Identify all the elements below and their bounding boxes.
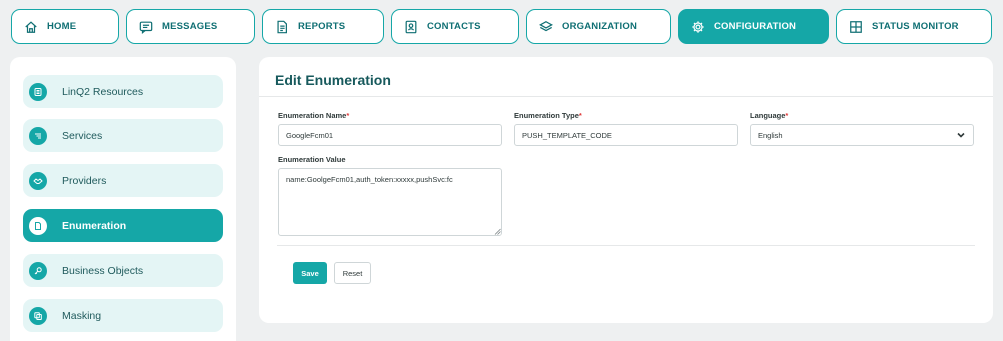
report-icon: [275, 20, 289, 34]
home-icon: [24, 20, 38, 34]
sidebar-item-label: Providers: [62, 174, 107, 187]
edit-enumeration-panel: Edit Enumeration Enumeration Name* Enume…: [259, 57, 993, 323]
tab-messages-label: MESSAGES: [162, 21, 218, 32]
language-label-text: Language: [750, 111, 786, 120]
language-select[interactable]: English: [750, 124, 974, 146]
page-title: Edit Enumeration: [275, 72, 391, 88]
key-icon: [29, 261, 47, 280]
tab-contacts[interactable]: CONTACTS: [391, 9, 519, 44]
sidebar-item-linq2-resources[interactable]: LinQ2 Resources: [23, 75, 223, 108]
tab-status-monitor-label: STATUS MONITOR: [872, 21, 959, 32]
enumeration-name-label-text: Enumeration Name: [278, 111, 347, 120]
message-icon: [139, 20, 153, 34]
handshake-icon: [29, 171, 47, 190]
language-label: Language*: [750, 111, 788, 120]
sidebar-item-label: Masking: [62, 309, 102, 322]
list-icon: [29, 126, 47, 145]
tab-organization[interactable]: ORGANIZATION: [526, 9, 671, 44]
enumeration-type-label-text: Enumeration Type: [514, 111, 579, 120]
copy-icon: [29, 306, 47, 325]
sidebar-item-business-objects[interactable]: Business Objects: [23, 254, 223, 287]
required-mark: *: [785, 111, 789, 120]
tab-status-monitor[interactable]: STATUS MONITOR: [836, 9, 992, 44]
tab-home-label: HOME: [47, 21, 77, 32]
grid-icon: [849, 20, 863, 34]
document-icon: [29, 216, 47, 235]
sidebar-item-enumeration[interactable]: Enumeration: [23, 209, 223, 242]
divider: [277, 245, 975, 246]
tab-contacts-label: CONTACTS: [427, 21, 481, 32]
tab-configuration-label: CONFIGURATION: [714, 21, 797, 32]
sidebar-item-providers[interactable]: Providers: [23, 164, 223, 197]
chevron-down-icon: [956, 130, 966, 140]
enumeration-value-textarea[interactable]: name:GoolgeFcm01,auth_token:xxxxx,pushSv…: [278, 168, 502, 236]
divider: [259, 96, 993, 97]
sidebar-item-masking[interactable]: Masking: [23, 299, 223, 332]
enumeration-type-label: Enumeration Type*: [514, 111, 582, 120]
tab-messages[interactable]: MESSAGES: [126, 9, 255, 44]
contact-card-icon: [404, 20, 418, 34]
sidebar: LinQ2 Resources Services Providers Enume…: [10, 57, 236, 341]
sidebar-item-label: Enumeration: [62, 219, 127, 232]
reset-button[interactable]: Reset: [334, 262, 371, 284]
gear-icon: [691, 20, 705, 34]
sidebar-item-label: Business Objects: [62, 264, 144, 277]
required-mark: *: [578, 111, 582, 120]
language-select-value: English: [758, 130, 783, 140]
tab-reports-label: REPORTS: [298, 21, 346, 32]
enumeration-name-field[interactable]: [278, 124, 502, 146]
enumeration-name-label: Enumeration Name*: [278, 111, 349, 120]
enumeration-type-field[interactable]: [514, 124, 738, 146]
tab-organization-label: ORGANIZATION: [562, 21, 638, 32]
layers-icon: [539, 20, 553, 34]
enumeration-value-label: Enumeration Value: [278, 155, 346, 164]
tab-reports[interactable]: REPORTS: [262, 9, 384, 44]
database-icon: [29, 82, 47, 101]
sidebar-item-label: LinQ2 Resources: [62, 85, 144, 98]
save-button[interactable]: Save: [293, 262, 327, 284]
top-navigation: HOME MESSAGES REPORTS CONTACTS ORGANIZAT…: [0, 0, 1003, 52]
resize-grip-icon[interactable]: [494, 228, 501, 235]
sidebar-item-services[interactable]: Services: [23, 119, 223, 152]
tab-configuration[interactable]: CONFIGURATION: [678, 9, 829, 44]
required-mark: *: [346, 111, 350, 120]
tab-home[interactable]: HOME: [11, 9, 119, 44]
sidebar-item-label: Services: [62, 129, 103, 142]
